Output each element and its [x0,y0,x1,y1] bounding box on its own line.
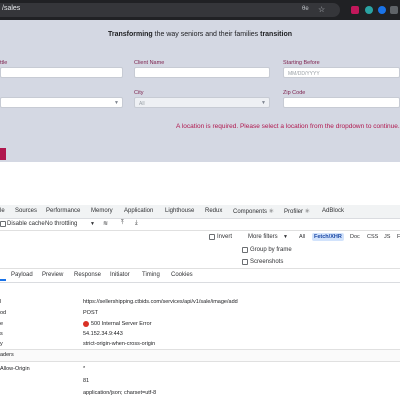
tab-memory[interactable]: Memory [91,208,113,214]
extension-icon[interactable] [378,6,386,14]
tab-response[interactable]: Response [74,272,101,278]
invert-label: Invert [217,234,233,240]
tab-application[interactable]: Application [124,208,153,214]
wifi-settings-icon[interactable]: ≋ [103,220,108,227]
response-headers-section[interactable] [0,349,400,362]
tab-sources[interactable]: Sources [15,208,37,214]
more-filters-button[interactable]: More filters [248,234,278,240]
starting-before-placeholder: MM/DD/YYYY [288,71,320,77]
allow-origin-value: * [83,366,86,372]
extension-icon[interactable] [351,6,359,14]
address-bar[interactable] [0,3,340,17]
status-code-label: e [0,321,4,327]
content-type-value: application/json; charset=utf-8 [83,390,157,396]
starting-before-input[interactable]: MM/DD/YYYY [283,67,400,78]
tab-lighthouse[interactable]: Lighthouse [165,208,194,214]
invert-checkbox[interactable] [209,234,215,240]
location-select[interactable]: ▼ [0,97,123,108]
zip-code-label: Zip Code [283,90,306,96]
request-method-label: od [0,310,7,316]
group-by-frame-label: Group by frame [250,247,292,253]
tab-console[interactable]: le [0,208,5,214]
screenshots-checkbox[interactable] [242,259,248,265]
location-error-message: A location is required. Please select a … [176,123,400,130]
group-by-frame-checkbox[interactable] [242,247,248,253]
remote-address-value: 54.152.34.9:443 [83,331,123,337]
title-label: ttle [0,60,8,66]
tab-cookies[interactable]: Cookies [171,272,193,278]
error-status-icon [83,321,89,327]
translate-icon[interactable]: θe [302,6,309,12]
tab-adblock[interactable]: AdBlock [322,208,344,214]
referrer-policy-value: strict-origin-when-cross-origin [83,341,156,347]
chevron-down-icon: ▼ [283,234,288,240]
download-icon[interactable]: ⤓ [135,220,138,227]
request-method-value: POST [83,310,98,316]
tab-redux[interactable]: Redux [205,208,222,214]
zip-code-input[interactable] [283,97,400,108]
bookmark-star-icon[interactable]: ☆ [318,5,325,14]
page-content [0,20,400,162]
request-url-label: l [0,299,2,305]
status-code-value: 500 Internal Server Error [91,321,152,327]
client-name-input[interactable] [134,67,270,78]
disable-cache-checkbox[interactable] [0,221,6,227]
allow-origin-label: Allow-Origin [0,366,30,372]
city-label: City [134,90,144,96]
disable-cache-label: Disable cache [7,221,45,227]
response-headers-title: aders [0,352,14,358]
tab-performance[interactable]: Performance [46,208,80,214]
extension-icon[interactable] [365,6,373,14]
tab-preview[interactable]: Preview [42,272,63,278]
extensions-puzzle-icon[interactable] [390,6,398,14]
page-tagline: Transforming the way seniors and their f… [107,31,292,38]
city-value: All [139,101,145,107]
filter-font[interactable]: F [395,233,400,241]
tab-initiator[interactable]: Initiator [110,272,130,278]
starting-before-label: Starting Before [283,60,320,66]
referrer-policy-label: y [0,341,3,347]
title-input[interactable] [0,67,123,78]
chevron-down-icon: ▼ [261,100,266,106]
chevron-down-icon: ▼ [114,100,119,106]
city-select[interactable]: All ▼ [134,97,270,108]
filter-css[interactable]: CSS [365,233,380,241]
submit-button[interactable] [0,148,6,160]
filter-js[interactable]: JS [382,233,392,241]
request-url-value: https://sellershipping.ctbids.com/servic… [83,299,238,305]
filter-fetch-xhr[interactable]: Fetch/XHR [312,233,344,241]
tab-components[interactable]: Components ⚛ [233,208,274,215]
screenshots-label: Screenshots [250,259,284,265]
chevron-down-icon: ▼ [90,221,95,227]
address-bar-url: /sales [2,5,21,12]
active-tab-indicator [0,279,6,281]
tab-profiler[interactable]: Profiler ⚛ [284,208,310,215]
tab-payload[interactable]: Payload [11,272,33,278]
upload-icon[interactable]: ⤒ [121,220,124,227]
throttling-select[interactable]: No throttling [45,221,77,227]
filter-doc[interactable]: Doc [348,233,362,241]
remote-address-label: s [0,331,3,337]
filter-all[interactable]: All [297,233,307,241]
client-name-label: Client Name [134,60,165,66]
content-length-value: 81 [83,378,90,384]
tab-timing[interactable]: Timing [142,272,160,278]
